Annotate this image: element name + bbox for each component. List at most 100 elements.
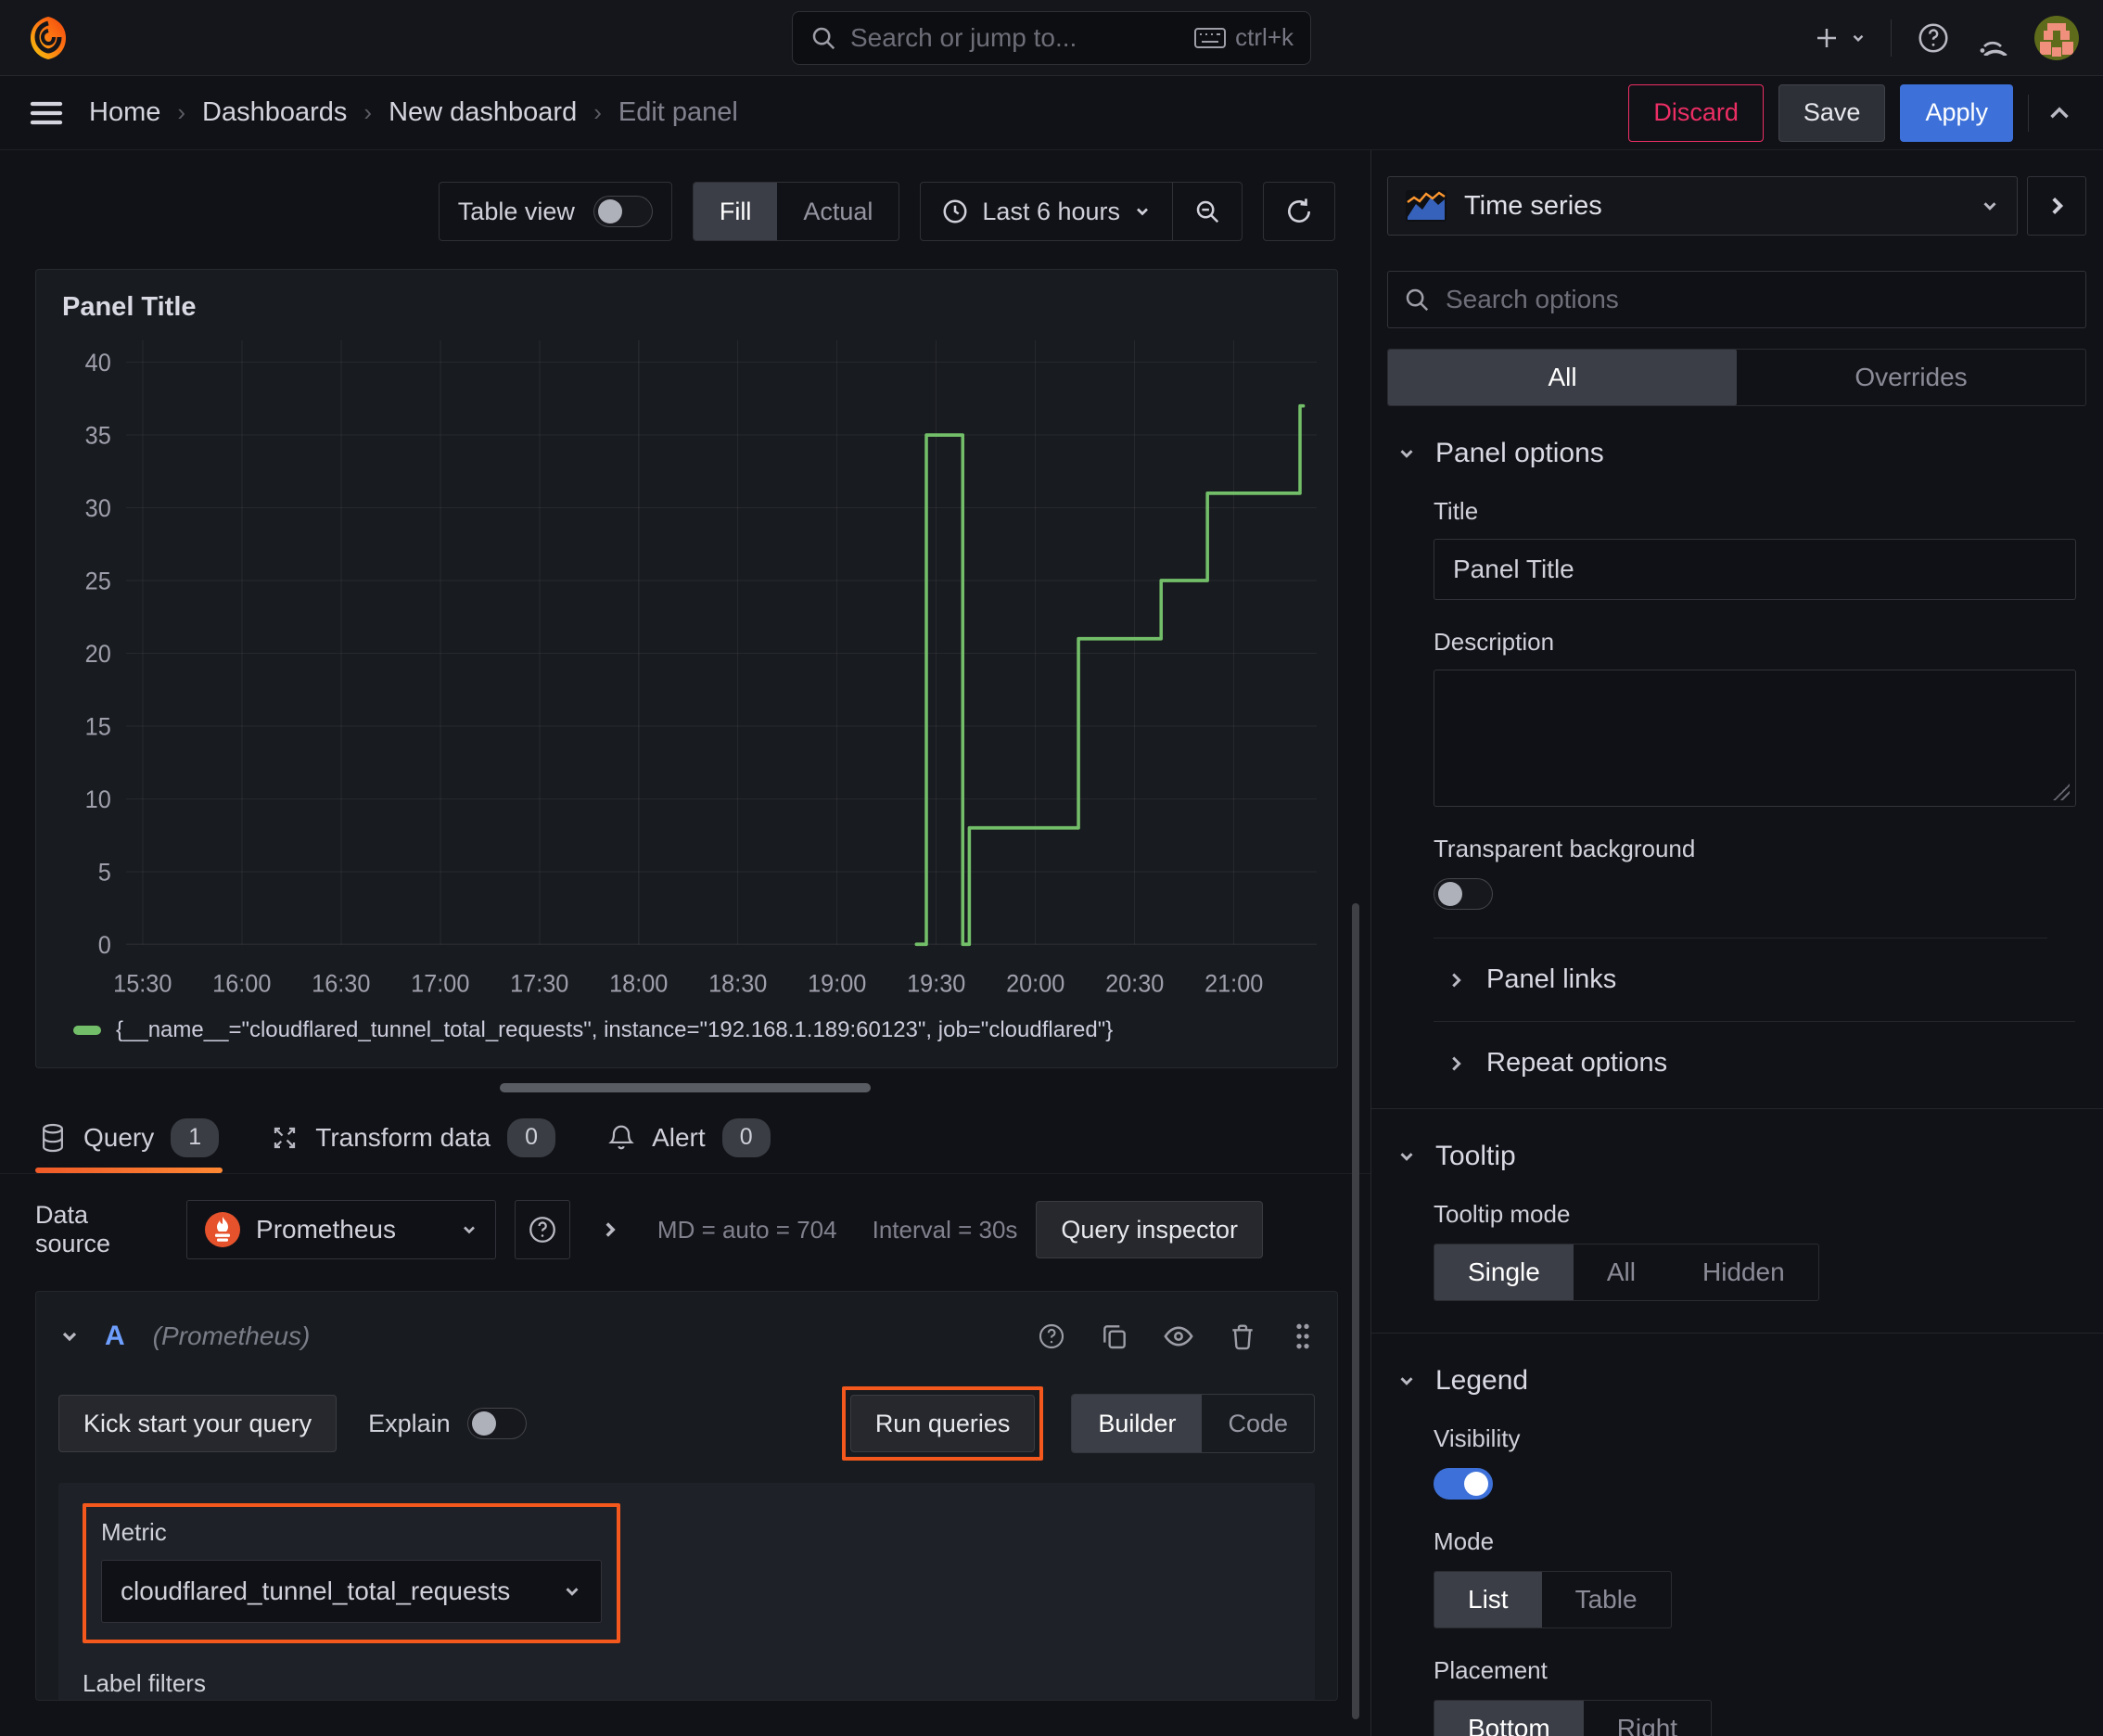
legend-placement-group: Bottom Right — [1434, 1700, 1713, 1736]
help-button[interactable] — [1916, 20, 1951, 56]
panel-links-section[interactable]: Panel links — [1371, 938, 2103, 1021]
legend-mode-table[interactable]: Table — [1542, 1572, 1671, 1628]
time-range-picker[interactable]: Last 6 hours — [921, 183, 1172, 240]
panel-title-input[interactable] — [1434, 539, 2076, 600]
svg-text:17:00: 17:00 — [411, 969, 469, 998]
svg-text:16:00: 16:00 — [212, 969, 271, 998]
grafana-logo[interactable] — [24, 14, 72, 62]
discard-button[interactable]: Discard — [1628, 83, 1764, 142]
chart-legend: {__name__="cloudflared_tunnel_total_requ… — [36, 1014, 1337, 1067]
panel-options-header[interactable]: Panel options — [1371, 406, 2103, 469]
legend-mode-label: Mode — [1434, 1527, 1495, 1555]
tab-all[interactable]: All — [1388, 350, 1737, 405]
code-option[interactable]: Code — [1202, 1395, 1314, 1452]
delete-query-icon[interactable] — [1228, 1321, 1257, 1351]
time-series-chart[interactable]: 0 5 10 15 20 25 30 35 40 15:30 16:00 16:30 17:00 17:3… — [36, 325, 1337, 1014]
builder-option[interactable]: Builder — [1072, 1395, 1203, 1452]
metric-select[interactable]: cloudflared_tunnel_total_requests — [101, 1560, 602, 1623]
tooltip-mode-all[interactable]: All — [1574, 1245, 1669, 1300]
chevron-down-icon — [1980, 196, 2000, 216]
drag-handle-icon[interactable] — [1291, 1321, 1315, 1351]
run-queries-button[interactable]: Run queries — [849, 1395, 1036, 1452]
description-textarea[interactable] — [1434, 670, 2076, 807]
table-view-toggle[interactable] — [593, 196, 653, 227]
options-search[interactable]: Search options — [1387, 271, 2086, 328]
global-search[interactable]: Search or jump to... ctrl+k — [792, 10, 1311, 65]
bell-icon — [607, 1123, 635, 1153]
legend-placement-label: Placement — [1434, 1656, 1548, 1684]
datasource-picker[interactable]: Prometheus — [186, 1200, 496, 1259]
query-row-header[interactable]: A (Prometheus) — [58, 1307, 1315, 1366]
pane-resize-handle[interactable] — [500, 1083, 871, 1092]
tab-query[interactable]: Query 1 — [35, 1102, 223, 1173]
fill-actual-switch: Fill Actual — [692, 182, 900, 241]
breadcrumb-dashboards[interactable]: Dashboards — [202, 97, 347, 128]
panel-options-header-label: Panel options — [1435, 438, 1604, 468]
svg-text:35: 35 — [85, 421, 111, 450]
search-shortcut: ctrl+k — [1235, 23, 1294, 51]
legend-header[interactable]: Legend — [1371, 1334, 2103, 1397]
transparent-background-toggle[interactable] — [1434, 878, 1493, 910]
legend-mode-list[interactable]: List — [1434, 1572, 1542, 1628]
news-feed-icon[interactable] — [1975, 20, 2010, 56]
chevron-down-icon[interactable] — [58, 1325, 81, 1347]
visualization-picker[interactable]: Time series — [1387, 176, 2018, 236]
svg-text:30: 30 — [85, 493, 111, 522]
breadcrumb: Home › Dashboards › New dashboard › Edit… — [89, 97, 738, 128]
tab-alert-count: 0 — [721, 1117, 771, 1157]
query-inspector-button[interactable]: Query inspector — [1036, 1201, 1263, 1258]
hamburger-menu-icon[interactable] — [28, 97, 65, 129]
apply-button[interactable]: Apply — [1900, 83, 2013, 142]
description-label: Description — [1434, 628, 1555, 656]
tooltip-header[interactable]: Tooltip — [1371, 1109, 2103, 1172]
query-help-icon[interactable] — [1037, 1321, 1066, 1351]
legend-placement-right[interactable]: Right — [1584, 1701, 1711, 1736]
query-toolbar: Kick start your query Explain Run querie… — [58, 1386, 1315, 1461]
metric-value: cloudflared_tunnel_total_requests — [121, 1576, 511, 1605]
legend-visibility-toggle[interactable] — [1434, 1468, 1493, 1500]
actual-option[interactable]: Actual — [777, 183, 899, 240]
avatar[interactable] — [2034, 15, 2079, 60]
svg-text:17:30: 17:30 — [510, 969, 568, 998]
keyboard-icon — [1194, 26, 1227, 50]
collapse-sidebar-button[interactable] — [2027, 176, 2086, 236]
vertical-scrollbar[interactable] — [1352, 903, 1359, 1719]
breadcrumb-new-dashboard[interactable]: New dashboard — [389, 97, 577, 128]
hide-response-icon[interactable] — [1163, 1321, 1194, 1352]
save-button[interactable]: Save — [1778, 83, 1886, 142]
svg-text:19:00: 19:00 — [808, 969, 866, 998]
edit-pane: Table view Fill Actual Last 6 hours Pane… — [0, 150, 1370, 1736]
tooltip-mode-hidden[interactable]: Hidden — [1669, 1245, 1818, 1300]
duplicate-query-icon[interactable] — [1100, 1321, 1129, 1351]
new-menu-button[interactable] — [1813, 24, 1867, 52]
tab-transform-data[interactable]: Transform data 0 — [267, 1102, 559, 1173]
svg-text:21:00: 21:00 — [1204, 969, 1263, 998]
repeat-options-section[interactable]: Repeat options — [1371, 1022, 2103, 1104]
refresh-group — [1263, 182, 1335, 241]
zoom-out-button[interactable] — [1172, 183, 1242, 240]
svg-text:15:30: 15:30 — [113, 969, 172, 998]
datasource-help-button[interactable] — [514, 1200, 570, 1259]
builder-code-switch: Builder Code — [1071, 1394, 1315, 1453]
kick-start-button[interactable]: Kick start your query — [58, 1395, 338, 1452]
tab-overrides[interactable]: Overrides — [1737, 350, 2085, 405]
legend-placement-bottom[interactable]: Bottom — [1434, 1701, 1584, 1736]
refresh-button[interactable] — [1264, 183, 1334, 240]
metric-label: Metric — [101, 1518, 167, 1546]
panel-preview: Panel Title 0 5 10 15 20 25 30 35 40 15:30 16:00 16… — [35, 269, 1338, 1068]
clock-icon — [941, 198, 969, 225]
tooltip-mode-single[interactable]: Single — [1434, 1245, 1574, 1300]
tab-alert[interactable]: Alert 0 — [604, 1102, 774, 1173]
breadcrumb-home[interactable]: Home — [89, 97, 160, 128]
label-filters-label: Label filters — [83, 1669, 206, 1697]
legend-series-marker[interactable] — [73, 1026, 101, 1035]
explain-toggle[interactable] — [466, 1408, 527, 1439]
resize-grip-icon[interactable] — [2053, 784, 2070, 800]
query-ref-id: A — [105, 1321, 125, 1351]
search-icon — [809, 24, 837, 52]
chevron-right-icon[interactable] — [598, 1218, 622, 1242]
fill-option[interactable]: Fill — [693, 183, 778, 240]
legend-series-label[interactable]: {__name__="cloudflared_tunnel_total_requ… — [116, 1017, 1113, 1043]
pane-resize-row — [0, 1068, 1370, 1102]
chevron-up-icon[interactable] — [2044, 97, 2075, 129]
